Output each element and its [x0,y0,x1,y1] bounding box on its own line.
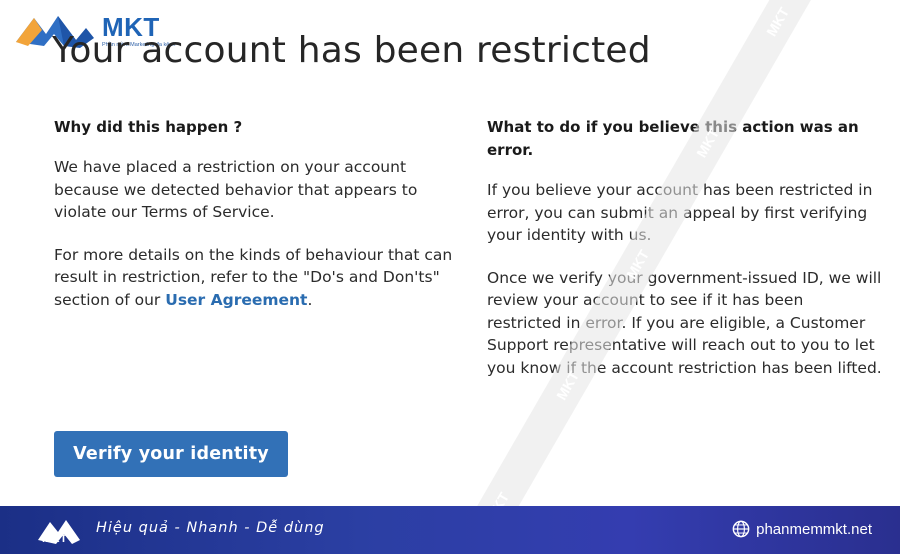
left-column: Why did this happen ? We have placed a r… [54,116,454,311]
footer-bar: MKT Hiệu quả - Nhanh - Dễ dùng phanmemmk… [0,506,900,554]
verify-identity-button[interactable]: Verify your identity [54,431,288,477]
footer-website[interactable]: phanmemmkt.net [732,520,872,538]
details-paragraph: For more details on the kinds of behavio… [54,244,454,312]
website-text: phanmemmkt.net [756,520,872,538]
footer-logo-text: MKT [42,533,68,545]
page-title: Your account has been restricted [52,30,651,71]
why-heading: Why did this happen ? [54,118,243,136]
appeal-paragraph: If you believe your account has been res… [487,181,873,244]
watermark-text: MKT [483,489,512,506]
review-paragraph: Once we verify your government-issued ID… [487,268,882,377]
right-column: What to do if you believe this action wa… [487,116,882,379]
footer-slogan: Hiệu quả - Nhanh - Dễ dùng [96,520,325,536]
globe-icon [732,520,750,538]
details-end: . [307,290,313,309]
why-paragraph: We have placed a restriction on your acc… [54,158,418,221]
watermark-text: MKT [763,4,792,39]
error-heading: What to do if you believe this action wa… [487,118,859,159]
user-agreement-link[interactable]: User Agreement [165,291,307,309]
